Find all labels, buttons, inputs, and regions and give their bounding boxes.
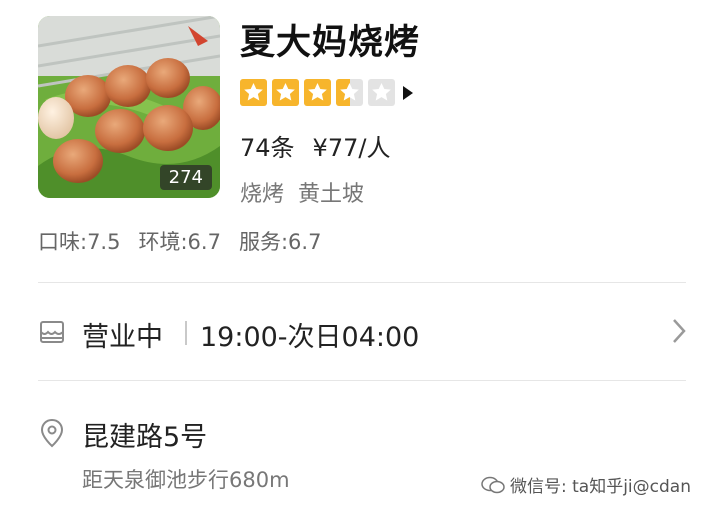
category-tags: 烧烤 黄土坡 [240, 176, 364, 208]
star-icon [336, 79, 363, 106]
wechat-icon [481, 476, 505, 493]
business-status: 营业中 [82, 322, 163, 353]
storefront-icon [40, 321, 64, 343]
star-icon [272, 79, 299, 106]
star-rating[interactable] [240, 79, 414, 106]
restaurant-photo[interactable]: 274 [38, 16, 220, 198]
chevron-right-icon[interactable] [672, 318, 686, 344]
divider [38, 282, 686, 283]
business-hours: 19:00-次日04:00 [200, 322, 420, 353]
watermark-text: 微信号: ta知乎ji@cdan [510, 477, 691, 497]
star-icon [304, 79, 331, 106]
service-score: 服务:6.7 [238, 230, 322, 254]
review-price-line: 74条 ¥77/人 [240, 128, 390, 163]
watermark: 微信号: ta知乎ji@cdan [480, 472, 691, 497]
location-pin-icon [40, 418, 64, 448]
environment-score: 环境:6.7 [138, 230, 221, 254]
category-tag: 烧烤 [240, 182, 285, 207]
restaurant-detail-page: 274 夏大妈烧烤 74条 ¥77/人 烧烤 黄土坡 口味:7.5 环境:6.7 服务:… [0, 0, 720, 515]
price-per-person: ¥77/人 [312, 134, 391, 162]
photo-count-badge: 274 [159, 165, 212, 190]
divider [38, 380, 686, 381]
street-address: 昆建路5号 [82, 422, 208, 453]
star-icon [368, 79, 395, 106]
walking-distance: 距天泉御池步行680m [82, 468, 290, 492]
taste-score: 口味:7.5 [38, 230, 121, 254]
sub-scores: 口味:7.5 环境:6.7 服务:6.7 [38, 226, 321, 256]
area-tag: 黄土坡 [298, 182, 365, 207]
restaurant-name: 夏大妈烧烤 [240, 23, 421, 63]
star-icon [240, 79, 267, 106]
separator [185, 321, 187, 345]
play-arrow-icon [403, 85, 413, 100]
review-count[interactable]: 74条 [240, 134, 295, 162]
